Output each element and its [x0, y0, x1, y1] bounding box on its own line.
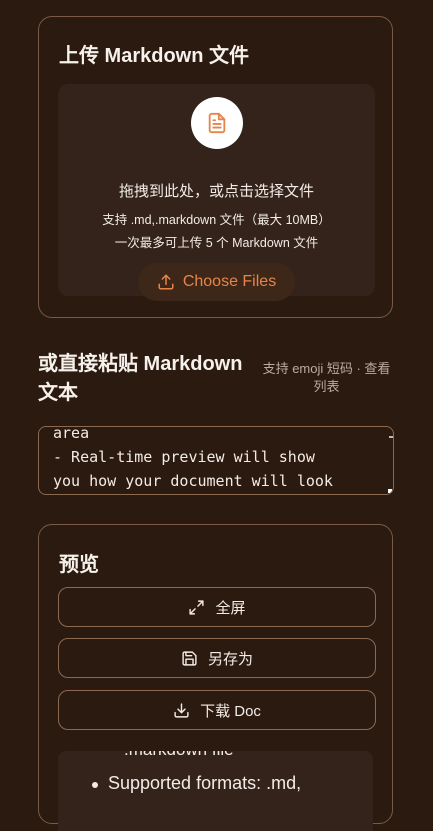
textarea-line: you how your document will look: [53, 472, 333, 490]
upload-icon: [157, 273, 175, 291]
textarea-line: area: [53, 426, 90, 442]
preview-card: 预览 全屏 另存为 下载 Doc Supported formats: .md,: [38, 524, 393, 831]
upload-limit-text: 一次最多可上传 5 个 Markdown 文件: [114, 236, 319, 250]
download-doc-label: 下载 Doc: [200, 702, 261, 720]
fullscreen-button[interactable]: 全屏: [58, 587, 376, 627]
preview-text-partial: .markdown file: [124, 751, 234, 760]
upload-card: 上传 Markdown 文件 拖拽到此处，或点击选择文件 支持 .md,.mar…: [38, 16, 393, 318]
textarea-content: area - Real-time preview will show you how…: [53, 426, 333, 493]
emoji-shortcode-link[interactable]: 支持 emoji 短码 · 查看列表: [258, 360, 395, 396]
file-text-icon: [191, 97, 243, 149]
resize-handle[interactable]: [388, 489, 392, 493]
upload-title: 上传 Markdown 文件: [59, 45, 250, 67]
drop-instruction: 拖拽到此处，或点击选择文件: [118, 183, 314, 200]
save-as-label: 另存为: [207, 650, 253, 668]
save-icon: [181, 650, 198, 667]
preview-list-item: Supported formats: .md,: [91, 773, 302, 793]
paste-title: 或直接粘贴 Markdown 文本: [38, 353, 243, 404]
markdown-textarea[interactable]: area - Real-time preview will show you how…: [38, 426, 394, 495]
file-dropzone[interactable]: 拖拽到此处，或点击选择文件 支持 .md,.markdown 文件（最大 10M…: [58, 84, 375, 301]
choose-files-button[interactable]: Choose Files: [138, 263, 295, 301]
download-icon: [173, 702, 190, 719]
textarea-line: - Real-time preview will show: [53, 448, 315, 466]
save-as-button[interactable]: 另存为: [58, 638, 376, 678]
textarea-scrollbar[interactable]: [389, 436, 393, 438]
preview-content: .markdown file Supported formats: .md,: [58, 751, 373, 831]
preview-title: 预览: [59, 554, 99, 576]
maximize-icon: [188, 599, 205, 616]
supported-formats-text: 支持 .md,.markdown 文件（最大 10MB）: [102, 213, 331, 227]
fullscreen-label: 全屏: [215, 599, 246, 617]
download-doc-button[interactable]: 下载 Doc: [58, 690, 376, 730]
choose-files-label: Choose Files: [182, 273, 277, 290]
